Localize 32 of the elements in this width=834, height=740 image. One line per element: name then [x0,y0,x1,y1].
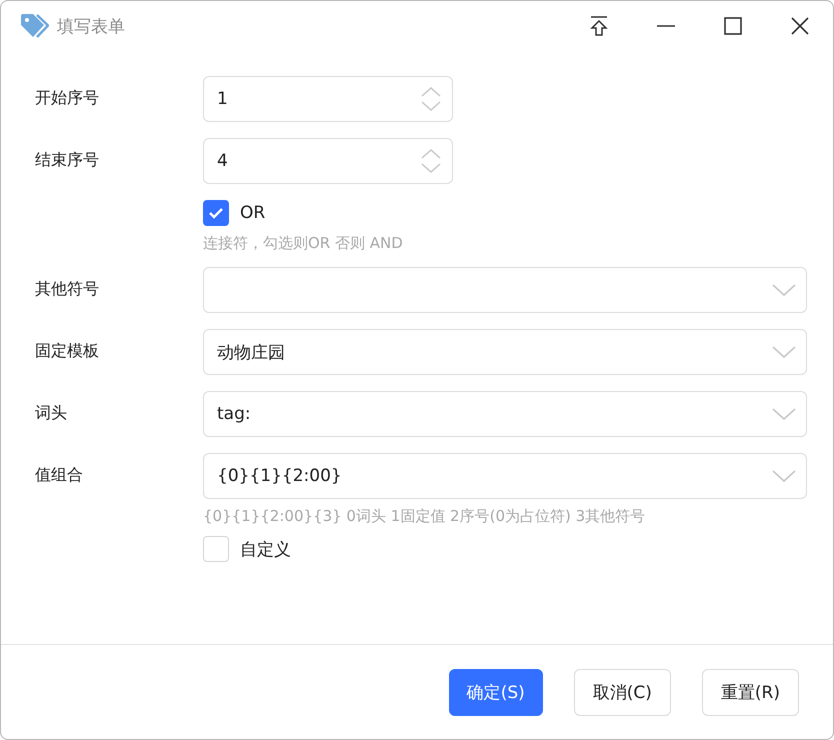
checkbox[interactable]: 自定义 [203,536,807,562]
field-label: 开始序号 [35,87,100,109]
spinner-icon[interactable] [420,147,442,175]
chevron-down-icon[interactable] [772,345,796,359]
select-field[interactable] [203,267,807,313]
number-input[interactable]: 1 [203,76,453,122]
select-field[interactable]: 动物庄园 [203,329,807,375]
field-label: 词头 [35,402,68,424]
checkmark-icon [208,207,224,219]
select-field[interactable]: {0}{1}{2:00} [203,453,807,499]
hint-text: {0}{1}{2:00}{3} 0词头 1固定值 2序号(0为占位符) 3其他符号 [203,507,646,526]
field-label: 固定模板 [35,340,100,362]
dialog-button[interactable]: 重置(R) [702,668,799,716]
close-icon [790,17,808,35]
field-label: 结束序号 [35,149,100,171]
minimize-icon [656,24,676,28]
upload-arrow-icon [588,15,608,37]
select-field[interactable]: tag: [203,391,807,437]
field-label: 值组合 [35,464,84,486]
confirm-button[interactable]: 确定(S) [448,668,543,716]
chevron-down-icon[interactable] [772,469,796,483]
chevron-down-icon[interactable] [772,283,796,297]
window-title: 填写表单 [57,16,126,38]
dialog-button[interactable]: 取消(C) [574,668,671,716]
hint-text: 连接符，勾选则OR 否则 AND [203,234,404,253]
checkbox[interactable]: OR [203,200,807,226]
chevron-down-icon[interactable] [772,407,796,421]
maximize-icon [724,17,742,35]
spinner-icon[interactable] [420,85,442,113]
tag-icon [19,13,49,39]
field-label: 其他符号 [35,278,100,300]
number-input[interactable]: 4 [203,138,453,184]
